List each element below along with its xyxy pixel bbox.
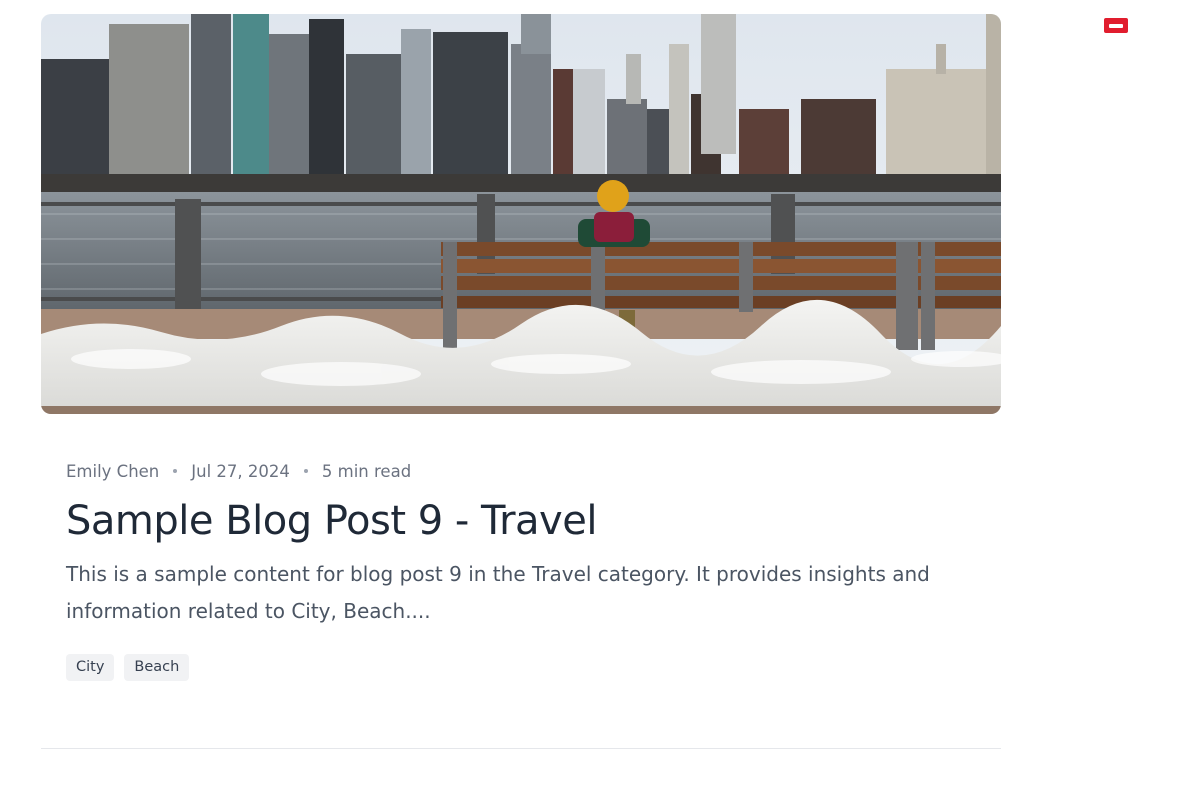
meta-separator-dot — [173, 469, 178, 473]
post-cover-image[interactable] — [41, 14, 1001, 414]
post-title[interactable]: Sample Blog Post 9 - Travel — [66, 498, 976, 544]
post-read-time: 5 min read — [321, 461, 412, 481]
tag-city[interactable]: City — [66, 654, 115, 681]
post-excerpt: This is a sample content for blog post 9… — [66, 562, 930, 623]
tag-beach[interactable]: Beach — [124, 654, 190, 681]
post-date: Jul 27, 2024 — [191, 461, 290, 481]
meta-separator-dot — [303, 469, 308, 473]
minus-badge-icon[interactable] — [1104, 18, 1128, 33]
blog-post-card: Emily Chen Jul 27, 2024 5 min read Sampl… — [41, 14, 1001, 749]
post-body: Emily Chen Jul 27, 2024 5 min read Sampl… — [66, 458, 976, 681]
post-author[interactable]: Emily Chen — [66, 462, 159, 481]
page: Emily Chen Jul 27, 2024 5 min read Sampl… — [0, 0, 1186, 805]
city-bench-illustration — [41, 14, 1001, 414]
minus-bar — [1109, 23, 1123, 28]
post-tags: City Beach — [66, 654, 976, 681]
post-meta: Emily Chen Jul 27, 2024 5 min read — [66, 458, 976, 484]
